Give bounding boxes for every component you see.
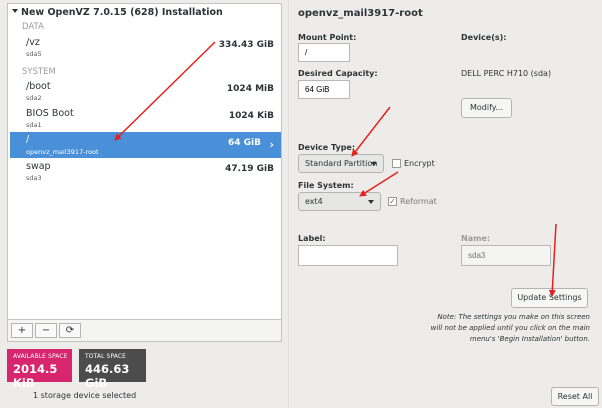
annotation-arrows: [114, 41, 557, 297]
annotation-arrow-file-system: [359, 171, 399, 197]
annotation-arrow-update-settings: [548, 223, 557, 297]
annotation-arrow-device-type: [351, 106, 391, 157]
annotation-arrow-root-row: [114, 41, 216, 141]
